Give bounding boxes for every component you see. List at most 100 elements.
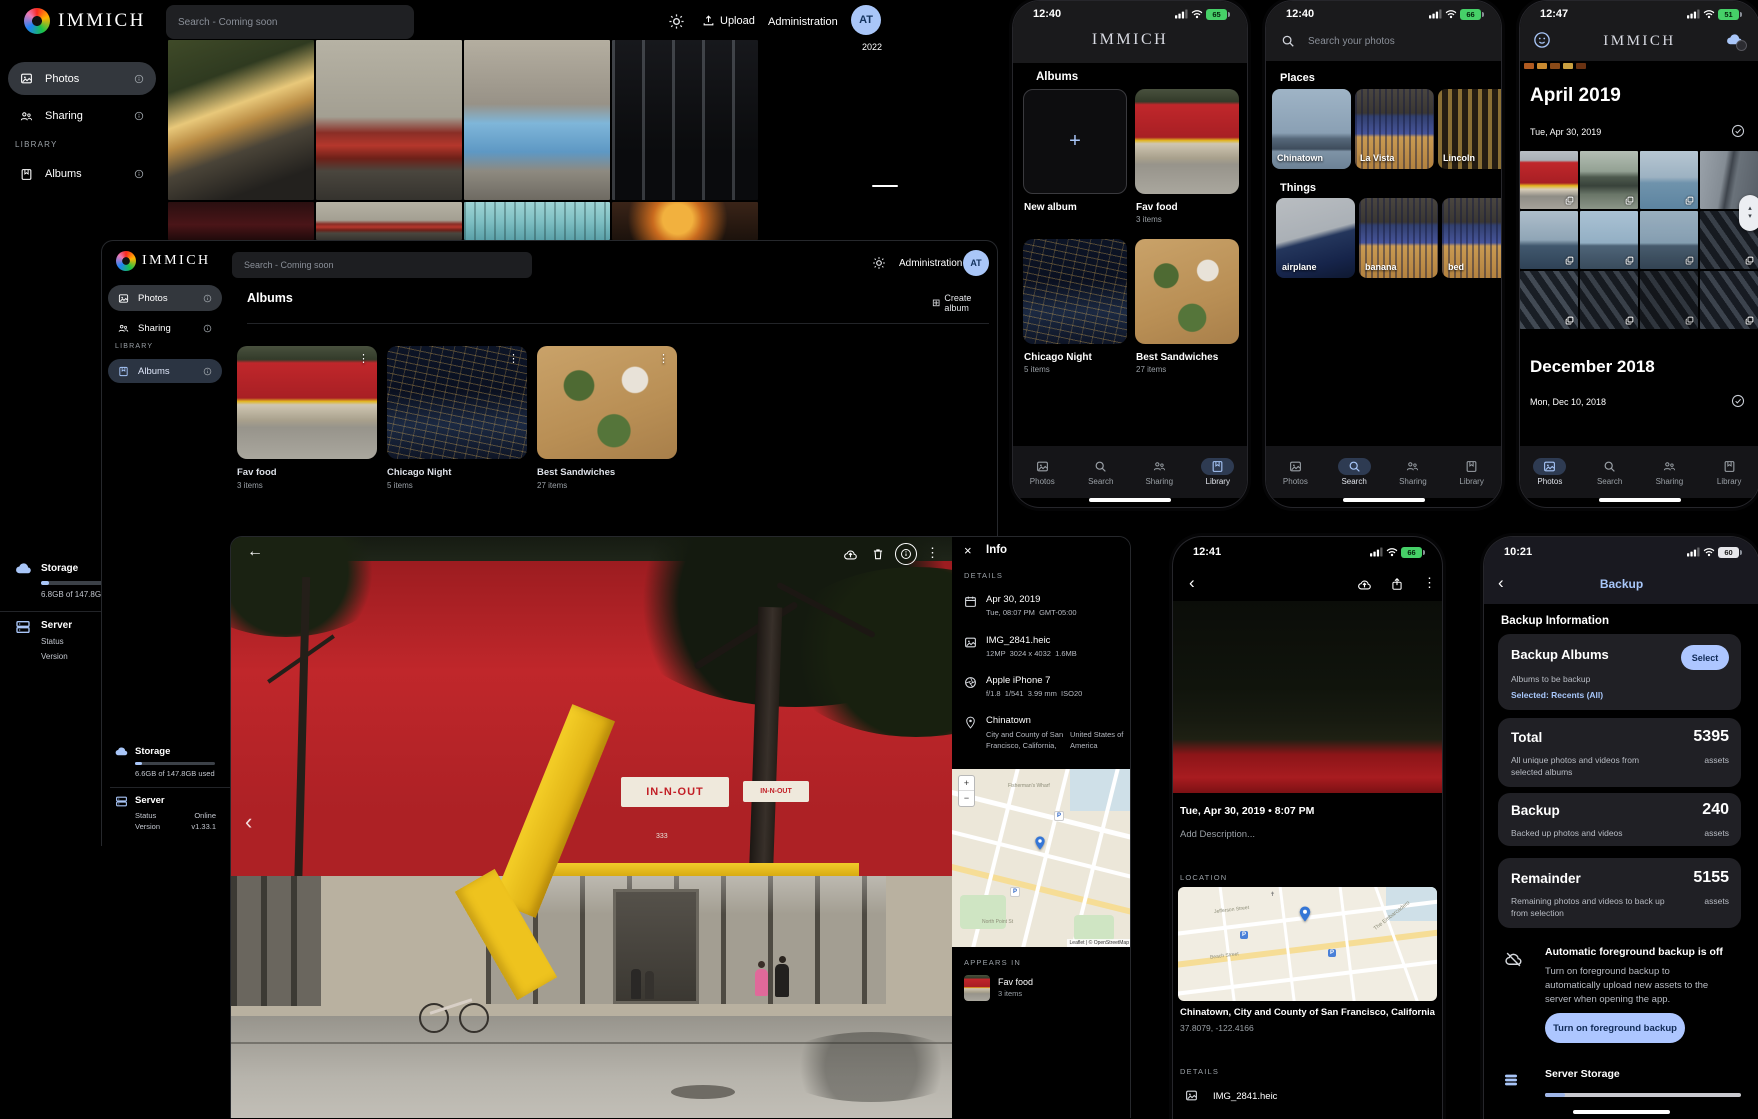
photo-preview[interactable] [1173, 601, 1442, 793]
photo-thumb[interactable] [1520, 211, 1578, 269]
timeline-scrubber[interactable] [872, 185, 898, 187]
search-input[interactable] [232, 252, 532, 278]
new-album-card[interactable]: + [1023, 89, 1127, 194]
upload-cloud-icon[interactable] [1357, 577, 1372, 592]
prev-photo-chevron[interactable]: ‹ [245, 809, 252, 835]
album-card-chicago-night[interactable] [1023, 239, 1127, 344]
photo-thumb[interactable] [612, 202, 758, 240]
photo-thumb[interactable] [1580, 151, 1638, 209]
select-day-icon[interactable] [1731, 394, 1745, 408]
album-title[interactable]: Chicago Night [387, 467, 451, 478]
backup-cloud-icon[interactable] [1725, 30, 1744, 49]
photo-thumb[interactable] [1640, 151, 1698, 209]
sidebar-item-photos[interactable]: Photos [108, 285, 222, 311]
photo-main[interactable]: IN-N-OUT IN-N-OUT 333 ‹ ← ⋮ [231, 537, 952, 1118]
administration-link[interactable]: Administration [899, 258, 962, 269]
appears-in-name[interactable]: Fav food [998, 977, 1033, 987]
album-card-fav-food[interactable]: ⋮ [237, 346, 377, 459]
avatar[interactable]: AT [963, 250, 989, 276]
timeline-scroll-pill[interactable]: ▴▾ [1739, 195, 1758, 231]
tab-search[interactable]: Search [1072, 458, 1131, 486]
back-icon[interactable]: ‹ [1189, 573, 1195, 593]
immich-logo[interactable]: IMMICH [24, 8, 146, 34]
theme-toggle-icon[interactable] [872, 256, 886, 270]
create-album-button[interactable]: ⊞ Create album [932, 293, 997, 313]
photo-thumb[interactable] [612, 40, 758, 200]
sidebar-item-sharing[interactable]: Sharing [108, 317, 222, 339]
add-description-field[interactable]: Add Description... [1180, 829, 1255, 840]
tab-sharing[interactable]: Sharing [1640, 458, 1700, 486]
tab-search[interactable]: Search [1325, 458, 1384, 486]
photo-thumb[interactable] [1640, 271, 1698, 329]
share-icon[interactable] [1390, 577, 1404, 591]
album-card-best-sandwiches[interactable]: ⋮ [537, 346, 677, 459]
location-map[interactable]: The Embarcadero Jefferson Street Beach S… [1178, 887, 1437, 1001]
tab-photos[interactable]: Photos [1520, 458, 1580, 486]
zoom-out-button[interactable]: − [959, 791, 974, 805]
tab-library[interactable]: Library [1442, 458, 1501, 486]
home-indicator[interactable] [1573, 1110, 1670, 1114]
tab-library[interactable]: Library [1699, 458, 1758, 486]
tab-sharing[interactable]: Sharing [1384, 458, 1443, 486]
album-menu-icon[interactable]: ⋮ [658, 352, 669, 365]
photo-thumb[interactable] [316, 40, 462, 200]
location-map[interactable]: P P Fisherman's Wharf North Point St + −… [952, 769, 1131, 947]
photo-thumb[interactable] [1700, 271, 1758, 329]
home-indicator[interactable] [1599, 498, 1681, 502]
avatar[interactable]: AT [851, 5, 881, 35]
tab-search[interactable]: Search [1580, 458, 1640, 486]
tab-photos[interactable]: Photos [1013, 458, 1072, 486]
info-icon[interactable] [203, 294, 212, 303]
trash-icon[interactable] [871, 547, 885, 561]
photo-thumb[interactable] [316, 202, 462, 240]
album-card-fav-food[interactable] [1135, 89, 1239, 194]
photo-thumb[interactable] [1580, 271, 1638, 329]
photo-thumb[interactable] [1640, 211, 1698, 269]
info-icon[interactable] [134, 111, 144, 121]
theme-toggle-icon[interactable] [668, 13, 685, 30]
sidebar-item-photos[interactable]: Photos [8, 62, 156, 95]
home-indicator[interactable] [1343, 498, 1425, 502]
info-icon[interactable] [134, 74, 144, 84]
album-title[interactable]: Best Sandwiches [537, 467, 615, 478]
photo-thumb[interactable] [1580, 211, 1638, 269]
photo-thumb[interactable] [464, 202, 610, 240]
zoom-in-button[interactable]: + [959, 776, 974, 791]
search-input[interactable] [166, 5, 414, 39]
upload-cloud-icon[interactable] [843, 547, 858, 562]
album-card-best-sandwiches[interactable] [1135, 239, 1239, 344]
photo-thumb[interactable] [1520, 151, 1578, 209]
album-title[interactable]: Fav food [237, 467, 277, 478]
back-icon[interactable]: ← [247, 543, 263, 561]
select-day-icon[interactable] [1731, 124, 1745, 138]
tab-library[interactable]: Library [1189, 458, 1248, 486]
info-icon[interactable] [203, 367, 212, 376]
home-indicator[interactable] [1089, 498, 1171, 502]
search-placeholder[interactable]: Search your photos [1308, 36, 1395, 47]
appears-in-thumb[interactable] [964, 975, 990, 1001]
album-menu-icon[interactable]: ⋮ [358, 352, 369, 365]
tab-photos[interactable]: Photos [1266, 458, 1325, 486]
close-icon[interactable]: × [964, 543, 972, 558]
more-menu-icon[interactable]: ⋮ [926, 545, 939, 561]
immich-logo[interactable]: IMMICH [116, 251, 211, 271]
info-icon[interactable] [203, 324, 212, 333]
photo-thumb[interactable] [1520, 271, 1578, 329]
sidebar-item-albums[interactable]: Albums [8, 162, 156, 186]
turn-on-backup-button[interactable]: Turn on foreground backup [1545, 1013, 1685, 1043]
photo-thumb[interactable] [168, 40, 314, 200]
info-icon[interactable] [134, 169, 144, 179]
album-card-chicago-night[interactable]: ⋮ [387, 346, 527, 459]
sidebar-item-albums[interactable]: Albums [108, 359, 222, 383]
map-zoom-control[interactable]: + − [958, 775, 975, 807]
upload-button[interactable]: Upload [702, 14, 755, 27]
info-toggle-icon[interactable] [895, 543, 917, 565]
more-menu-icon[interactable]: ⋮ [1423, 575, 1436, 591]
album-menu-icon[interactable]: ⋮ [508, 352, 519, 365]
tab-sharing[interactable]: Sharing [1130, 458, 1189, 486]
select-albums-button[interactable]: Select [1681, 645, 1729, 670]
photo-thumb[interactable] [464, 40, 610, 200]
administration-link[interactable]: Administration [768, 16, 838, 28]
photo-thumb[interactable] [168, 202, 314, 240]
sidebar-item-sharing[interactable]: Sharing [8, 104, 156, 128]
